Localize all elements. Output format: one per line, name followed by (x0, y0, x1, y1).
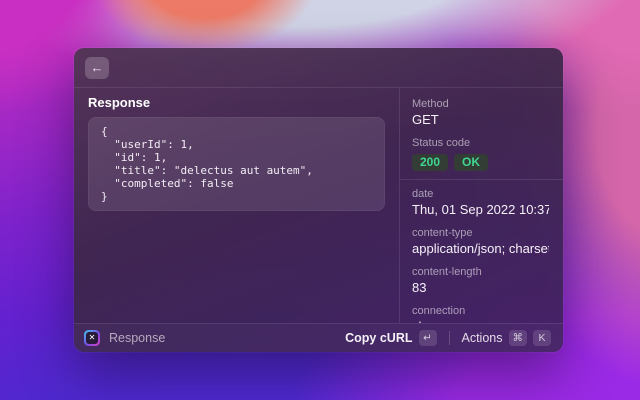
section-divider (400, 179, 563, 180)
response-panel: Response { "userId": 1, "id": 1, "title"… (74, 88, 399, 323)
enter-key-icon: ↵ (419, 330, 437, 346)
back-button[interactable]: ← (85, 57, 109, 79)
header-value: Thu, 01 Sep 2022 10:37:22 G… (412, 201, 549, 218)
status-badge-text: OK (454, 154, 488, 171)
header-name: content-length (412, 266, 549, 279)
method-label: Method (412, 98, 549, 111)
footer-context-label: Response (109, 331, 165, 345)
response-panel-title: Response (88, 96, 385, 110)
response-json-block[interactable]: { "userId": 1, "id": 1, "title": "delect… (88, 117, 385, 211)
status-badges: 200 OK (412, 154, 549, 171)
header-name: content-type (412, 227, 549, 240)
header-name: connection (412, 305, 549, 318)
header-row-content-length: content-length 83 (412, 266, 549, 296)
status-badge-code: 200 (412, 154, 448, 171)
window-header: ← (74, 48, 563, 88)
method-value: GET (412, 111, 549, 128)
header-name: date (412, 188, 549, 201)
actions-label: Actions (462, 331, 503, 345)
raycast-window: ← Response { "userId": 1, "id": 1, "titl… (74, 48, 563, 352)
cmd-key-icon: ⌘ (509, 330, 528, 346)
metadata-panel: Method GET Status code 200 OK date Thu, … (399, 88, 563, 323)
desktop-wallpaper: ← Response { "userId": 1, "id": 1, "titl… (0, 0, 640, 400)
window-content: Response { "userId": 1, "id": 1, "title"… (74, 88, 563, 323)
extension-x-icon: ✕ (86, 332, 99, 345)
footer-divider (449, 331, 450, 345)
copy-curl-button[interactable]: Copy cURL ↵ (341, 328, 440, 348)
header-row-content-type: content-type application/json; charset=u… (412, 227, 549, 257)
action-bar: ✕ Response Copy cURL ↵ Actions ⌘ K (74, 323, 563, 352)
copy-curl-label: Copy cURL (345, 331, 412, 345)
back-arrow-icon: ← (91, 61, 104, 74)
k-key-badge: K (533, 330, 551, 346)
header-value: 83 (412, 279, 549, 296)
status-code-label: Status code (412, 137, 549, 150)
header-value: application/json; charset=utf-8 (412, 240, 549, 257)
header-row-connection: connection close (412, 305, 549, 323)
footer-actions: Copy cURL ↵ Actions ⌘ K (341, 328, 555, 348)
actions-menu-button[interactable]: Actions ⌘ K (458, 328, 556, 348)
extension-icon: ✕ (84, 330, 100, 346)
header-row-date: date Thu, 01 Sep 2022 10:37:22 G… (412, 188, 549, 218)
